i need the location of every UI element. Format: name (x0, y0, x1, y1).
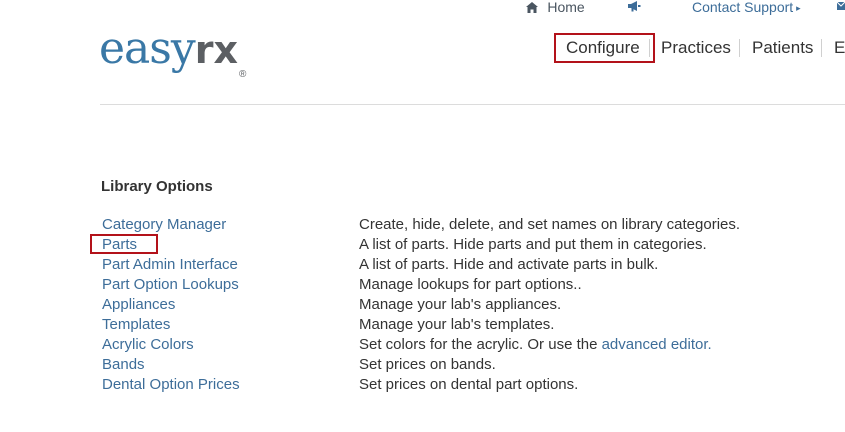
logo-rx-text: rx (194, 28, 238, 72)
parts-link[interactable]: Parts (102, 236, 137, 254)
easyrx-logo[interactable]: easyrx® (99, 23, 247, 81)
list-item: Part Admin Interface A list of parts. Hi… (102, 256, 842, 276)
announcements-link[interactable] (627, 0, 641, 14)
option-description-text: Set colors for the acrylic. Or use the (359, 336, 602, 353)
megaphone-icon (627, 0, 641, 14)
list-item: Acrylic Colors Set colors for the acryli… (102, 336, 842, 356)
header-divider (100, 104, 845, 105)
library-options-list: Category Manager Create, hide, delete, a… (102, 216, 842, 396)
envelope-icon (836, 0, 845, 13)
nav-configure[interactable]: Configure (566, 38, 640, 58)
library-options-title: Library Options (101, 178, 213, 195)
category-manager-link[interactable]: Category Manager (102, 216, 226, 234)
option-description: Manage your lab's appliances. (359, 296, 562, 313)
home-icon (526, 1, 541, 15)
option-description: Set prices on bands. (359, 356, 496, 373)
option-description: Create, hide, delete, and set names on l… (359, 216, 741, 233)
nav-divider (739, 39, 740, 57)
list-item: Parts A list of parts. Hide parts and pu… (102, 236, 842, 256)
messages-link[interactable] (836, 0, 845, 13)
appliances-link[interactable]: Appliances (102, 296, 175, 314)
acrylic-colors-link[interactable]: Acrylic Colors (102, 336, 194, 354)
nav-practices[interactable]: Practices (661, 38, 731, 58)
list-item: Dental Option Prices Set prices on denta… (102, 376, 842, 396)
option-description: Manage lookups for part options.. (359, 276, 582, 293)
utility-bar: Home Contact Support ▸ (0, 0, 845, 16)
option-description: Set prices on dental part options. (359, 376, 579, 393)
nav-truncated-item[interactable]: E (834, 38, 845, 58)
templates-link[interactable]: Templates (102, 316, 170, 334)
part-option-lookups-link[interactable]: Part Option Lookups (102, 276, 239, 294)
advanced-editor-link[interactable]: advanced editor. (602, 336, 712, 353)
list-item: Category Manager Create, hide, delete, a… (102, 216, 842, 236)
option-description: Manage your lab's templates. (359, 316, 555, 333)
list-item: Appliances Manage your lab's appliances. (102, 296, 842, 316)
part-admin-interface-link[interactable]: Part Admin Interface (102, 256, 238, 274)
nav-patients[interactable]: Patients (752, 38, 813, 58)
caret-right-icon: ▸ (796, 3, 801, 13)
nav-divider (821, 39, 822, 57)
home-link[interactable]: Home (526, 0, 585, 15)
bands-link[interactable]: Bands (102, 356, 145, 374)
contact-support-label: Contact Support (692, 0, 794, 15)
contact-support-link[interactable]: Contact Support ▸ (692, 0, 801, 15)
registered-mark: ® (238, 69, 247, 80)
dental-option-prices-link[interactable]: Dental Option Prices (102, 376, 240, 394)
list-item: Bands Set prices on bands. (102, 356, 842, 376)
list-item: Part Option Lookups Manage lookups for p… (102, 276, 842, 296)
page: Home Contact Support ▸ easyrx® Configure… (0, 0, 845, 432)
logo-easy-text: easy (99, 23, 196, 74)
list-item: Templates Manage your lab's templates. (102, 316, 842, 336)
option-description: A list of parts. Hide parts and put them… (359, 236, 707, 253)
option-description: Set colors for the acrylic. Or use the a… (359, 336, 712, 354)
nav-divider (649, 39, 650, 57)
home-label: Home (547, 0, 585, 15)
option-description: A list of parts. Hide and activate parts… (359, 256, 659, 273)
